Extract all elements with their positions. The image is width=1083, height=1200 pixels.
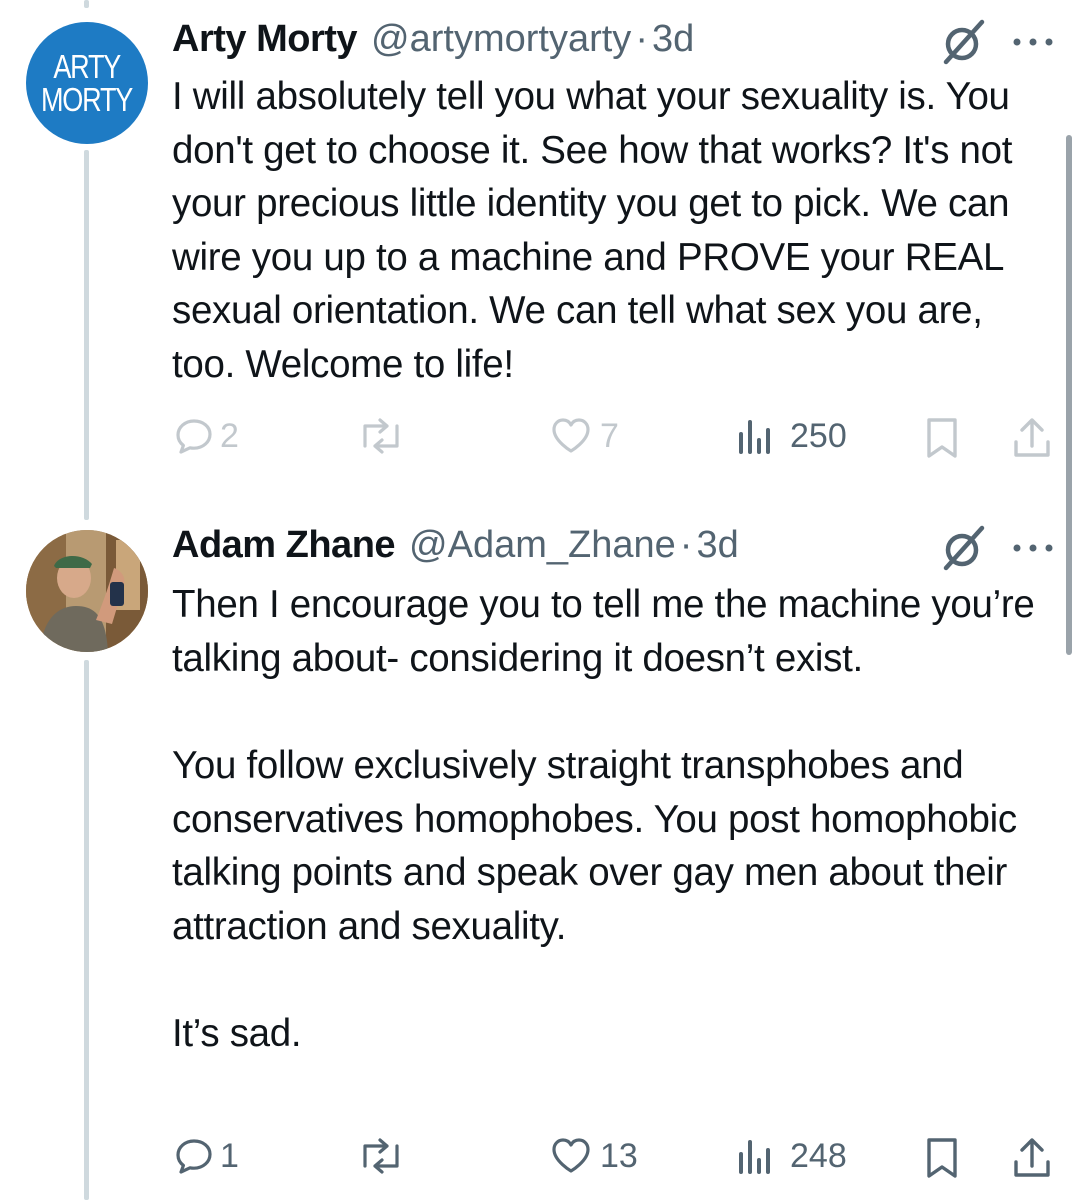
user-handle[interactable]: @artymortyarty: [371, 18, 631, 61]
reply-button[interactable]: 2: [174, 416, 239, 456]
tweet-header: Adam Zhane @Adam_Zhane · 3d: [172, 524, 739, 574]
reply-count: 1: [220, 1136, 239, 1175]
more-dots-icon[interactable]: [1010, 32, 1056, 52]
bookmark-button[interactable]: [922, 1136, 962, 1180]
tweet-text: I will absolutely tell you what your sex…: [172, 70, 1052, 391]
avatar-arty-morty[interactable]: ARTY MORTY: [26, 22, 148, 144]
heart-icon: [552, 1138, 590, 1173]
tweet-paragraph: You follow exclusively straight transpho…: [172, 744, 1017, 948]
display-name[interactable]: Adam Zhane: [172, 524, 396, 567]
display-name[interactable]: Arty Morty: [172, 18, 358, 61]
share-button[interactable]: [1012, 1136, 1052, 1180]
timestamp[interactable]: 3d: [652, 18, 694, 61]
like-count: 13: [600, 1136, 638, 1175]
repost-arrows-icon: [363, 1138, 399, 1174]
tweet-text: Then I encourage you to tell me the mach…: [172, 578, 1052, 1061]
reply-bubble-icon: [176, 1139, 212, 1174]
tweet-paragraph: It’s sad.: [172, 1012, 302, 1055]
views-bar-chart-icon: [739, 420, 770, 454]
more-dots-icon[interactable]: [1010, 538, 1056, 558]
repost-button[interactable]: [356, 416, 406, 456]
repost-button[interactable]: [356, 1136, 406, 1176]
like-button[interactable]: 13: [550, 1136, 638, 1176]
bookmark-icon: [927, 1138, 957, 1178]
views-button[interactable]: 248: [736, 1136, 847, 1176]
repost-arrows-icon: [363, 418, 399, 454]
like-count: 7: [600, 416, 619, 455]
grok-icon[interactable]: [940, 18, 988, 66]
avatar-text-line1: ARTY: [53, 48, 122, 85]
heart-icon: [552, 418, 590, 453]
reply-count: 2: [220, 416, 239, 455]
share-upload-icon: [1014, 1138, 1050, 1177]
bookmark-icon: [927, 418, 957, 458]
reply-button[interactable]: 1: [174, 1136, 239, 1176]
views-bar-chart-icon: [739, 1140, 770, 1174]
share-button[interactable]: [1012, 416, 1052, 460]
grok-icon[interactable]: [940, 524, 988, 572]
separator-dot: ·: [679, 524, 693, 566]
separator-dot: ·: [635, 18, 648, 60]
reply-bubble-icon: [176, 419, 212, 454]
tweet-header: Arty Morty @artymortyarty · 3d: [172, 18, 694, 68]
avatar-adam-zhane[interactable]: [26, 530, 148, 652]
user-handle[interactable]: @Adam_Zhane: [409, 524, 676, 567]
bookmark-button[interactable]: [922, 416, 962, 460]
views-count: 250: [790, 416, 847, 455]
tweet-paragraph: I will absolutely tell you what your sex…: [172, 75, 1013, 386]
like-button[interactable]: 7: [550, 416, 619, 456]
timestamp[interactable]: 3d: [696, 524, 738, 567]
views-button[interactable]: 250: [736, 416, 847, 456]
tweet-paragraph: Then I encourage you to tell me the mach…: [172, 583, 1035, 680]
views-count: 248: [790, 1136, 847, 1175]
tweet-arty-morty[interactable]: ARTY MORTY Arty Morty @artymortyarty · 3…: [0, 18, 1083, 488]
share-upload-icon: [1014, 418, 1050, 457]
tweet-adam-zhane[interactable]: Adam Zhane @Adam_Zhane · 3d Then I encou…: [0, 524, 1083, 1200]
thread-line-top: [84, 0, 89, 8]
avatar-text-line2: MORTY: [41, 81, 133, 118]
